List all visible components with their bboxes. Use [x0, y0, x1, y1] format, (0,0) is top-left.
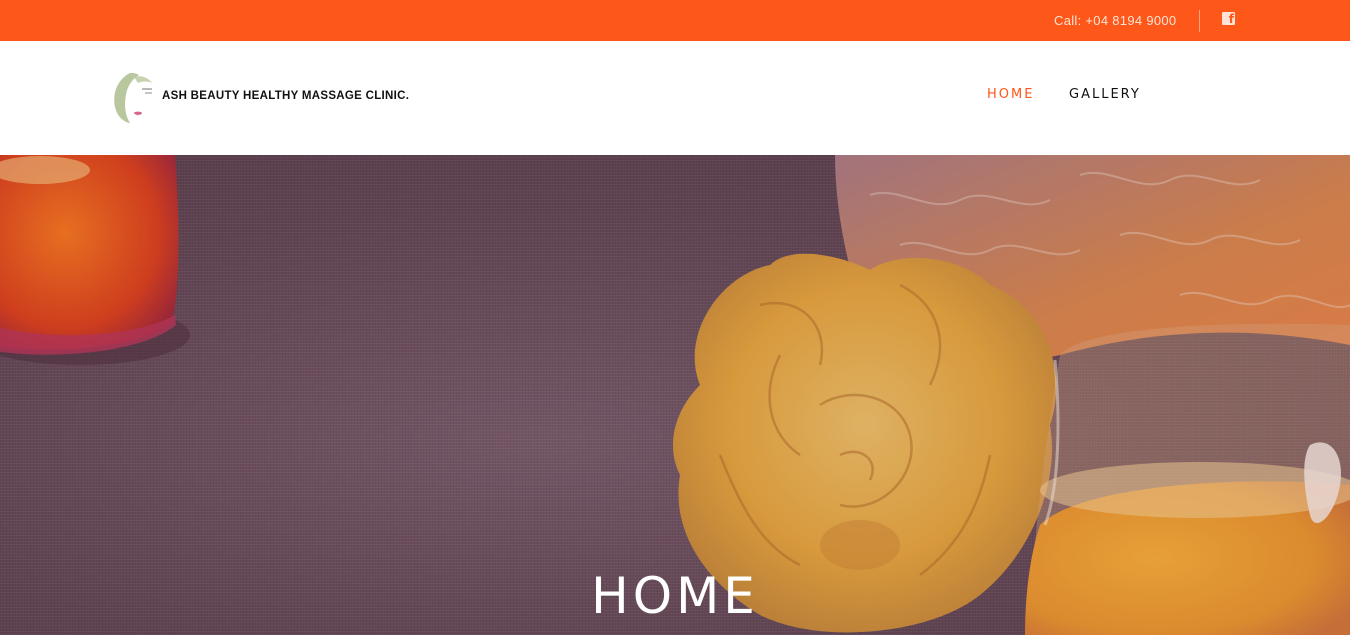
hero-background-image [0, 155, 1350, 635]
site-header: ASH BEAUTY HEALTHY MASSAGE CLINIC. HOME … [0, 41, 1350, 155]
nav-item-gallery[interactable]: GALLERY [1069, 87, 1141, 102]
top-bar-divider [1199, 10, 1200, 32]
site-logo[interactable]: ASH BEAUTY HEALTHY MASSAGE CLINIC. [112, 71, 412, 125]
top-bar: Call: +04 8194 9000 f [0, 0, 1350, 41]
call-phone-text[interactable]: Call: +04 8194 9000 [1054, 13, 1176, 28]
hero-title: HOME [591, 567, 759, 625]
hero-banner: HOME [0, 155, 1350, 635]
nav-item-home[interactable]: HOME [987, 87, 1034, 102]
face-silhouette-logo [114, 73, 152, 123]
facebook-icon[interactable]: f [1222, 12, 1235, 26]
brand-name: ASH BEAUTY HEALTHY MASSAGE CLINIC. [162, 90, 410, 102]
